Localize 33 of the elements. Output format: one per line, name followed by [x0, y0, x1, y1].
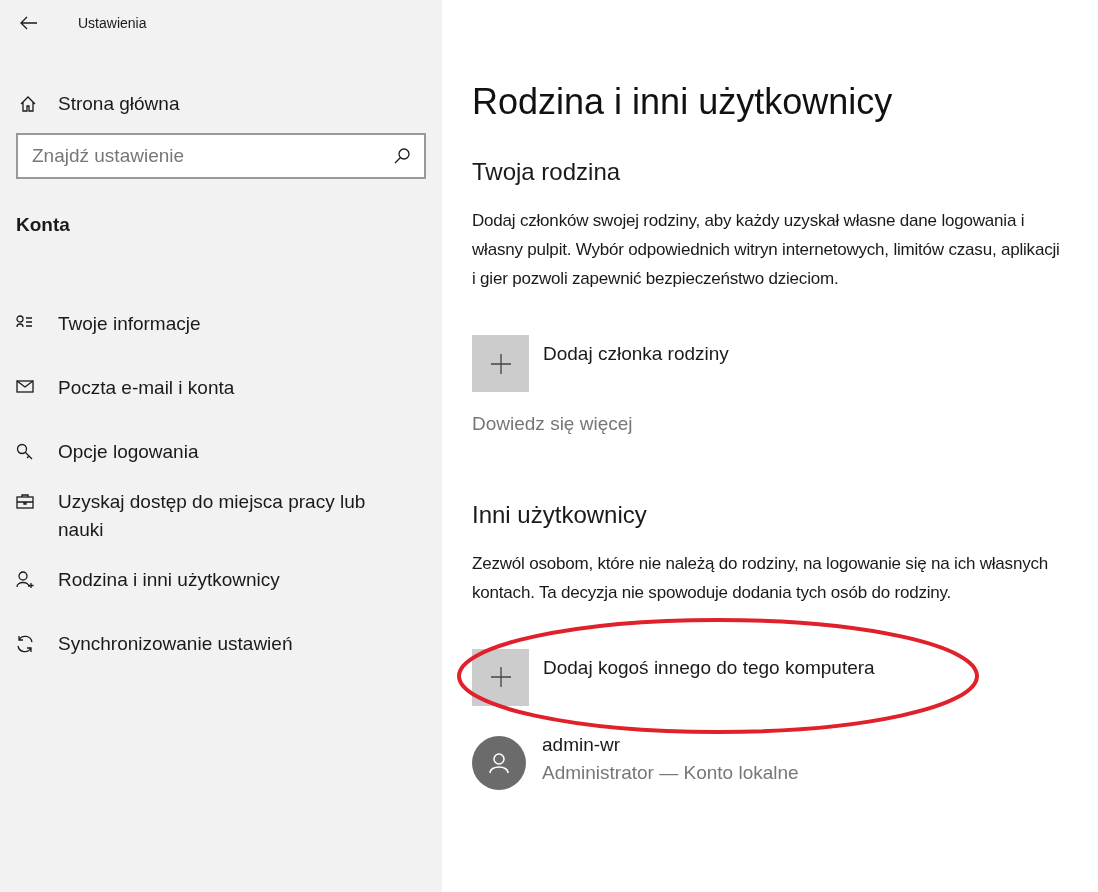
user-account-item[interactable]: admin-wr Administrator — Konto lokalne — [472, 735, 1098, 790]
person-add-icon — [16, 570, 34, 589]
description-text: Dodaj członków swojej rodziny, aby każdy uzyskał własne dane logowania i własny pulpit. Wybór odpowiednich witryn internetowych, limitów czasu, aplikacji i gier pozwoli zapewnić bezpieczeństwo dzieciom. — [472, 210, 1061, 290]
user-name: admin-wr — [542, 732, 622, 757]
window-title: Ustawienia — [78, 13, 147, 33]
add-button[interactable] — [472, 648, 529, 706]
add-label: Dodaj członka rodziny — [543, 342, 729, 366]
nav-item[interactable]: Poczta e-mail i konta — [0, 373, 442, 402]
key-icon — [16, 442, 34, 461]
section-heading: Inni użytkownicy — [472, 499, 648, 530]
description-text: Zezwól osobom, które nie należą do rodziny, na logowanie się na ich własnych kontach. Ta decyzja nie spowoduje dodania tych osób do rodziny. — [472, 552, 1050, 604]
section-heading: Konta — [16, 213, 71, 237]
add-button[interactable] — [472, 335, 529, 392]
learn-more-link[interactable]: Dowiedz się więcej — [472, 410, 633, 439]
sync-icon — [16, 634, 34, 653]
add-label: Dodaj kogoś innego do tego komputera — [543, 655, 875, 680]
plus-icon — [489, 352, 512, 375]
user-detail: Administrator — Konto lokalne — [542, 760, 799, 785]
avatar-icon — [472, 735, 526, 790]
section-heading: Twoja rodzina — [472, 157, 622, 187]
nav-item[interactable]: Rodzina i inni użytkownicy — [0, 565, 442, 594]
nav-item[interactable]: Synchronizowanie ustawień — [0, 629, 442, 658]
home-icon — [20, 96, 36, 112]
nav-item[interactable]: Twoje informacje — [0, 309, 442, 338]
nav-item[interactable]: Opcje logowania — [0, 437, 442, 466]
plus-icon — [489, 666, 512, 688]
home-nav-item[interactable]: Strona główna — [0, 88, 442, 120]
nav-item[interactable]: Uzyskaj dostęp do miejsca pracy lub nauki — [0, 487, 442, 544]
back-arrow-icon — [20, 16, 38, 30]
briefcase-icon — [16, 492, 34, 511]
search-field[interactable]: Znajdź ustawienie — [16, 133, 426, 179]
search-icon — [394, 148, 410, 164]
page-title: Rodzina i inni użytkownicy — [472, 80, 894, 124]
